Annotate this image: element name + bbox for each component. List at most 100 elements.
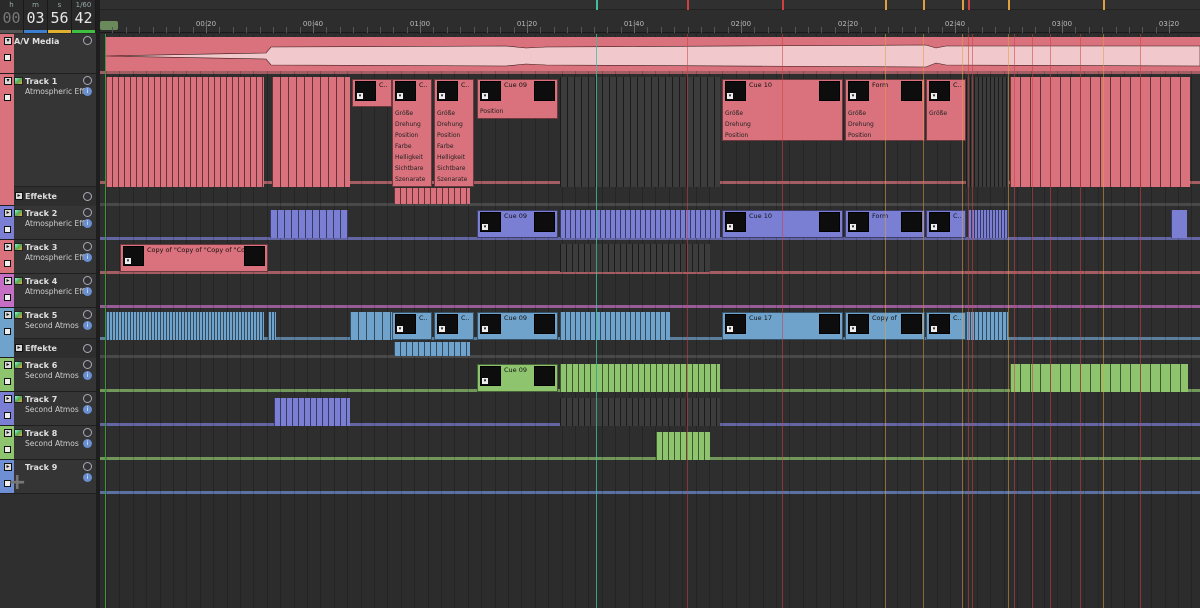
expand-toggle[interactable]: ▸ bbox=[4, 277, 12, 285]
track-header[interactable]: ▸ Track 3Atmospheric Effectsi bbox=[0, 240, 96, 274]
track5-clip-group[interactable] bbox=[106, 312, 264, 340]
cue-marker-line[interactable] bbox=[687, 34, 688, 608]
track5-clip-group[interactable] bbox=[560, 312, 670, 340]
clip-dropdown-icon[interactable]: ▾ bbox=[357, 93, 363, 99]
cue-marker-line[interactable] bbox=[1050, 34, 1051, 608]
track2-clip-group[interactable] bbox=[560, 210, 720, 238]
clip-dropdown-icon[interactable]: ▾ bbox=[397, 93, 403, 99]
ruler-cue-marker[interactable] bbox=[962, 0, 964, 10]
mute-circle-icon[interactable] bbox=[83, 394, 92, 403]
cue-clip[interactable]: ▾ Cue 09 Position bbox=[477, 79, 558, 119]
track-checkbox[interactable] bbox=[4, 226, 11, 233]
track-name[interactable]: Track 3 bbox=[25, 243, 57, 252]
cue-clip[interactable]: ▾ C.. Größe bbox=[926, 79, 966, 141]
cue-marker-line[interactable] bbox=[962, 34, 963, 608]
track-header[interactable]: ▸ Track 7 Second Atmos i bbox=[0, 392, 96, 426]
cue-marker-line[interactable] bbox=[1103, 34, 1104, 608]
info-icon[interactable]: i bbox=[83, 253, 92, 262]
av-media-clip[interactable] bbox=[106, 37, 1200, 71]
track-name[interactable]: Track 5 bbox=[25, 311, 57, 320]
track-name[interactable]: Track 4 bbox=[25, 277, 57, 286]
ruler-cue-marker[interactable] bbox=[923, 0, 925, 10]
collapse-toggle[interactable]: ▾ bbox=[4, 37, 12, 45]
track-name[interactable]: Track 7 bbox=[25, 395, 57, 404]
track2-clip-group[interactable] bbox=[1171, 210, 1187, 238]
track-name[interactable]: Track 2 bbox=[25, 209, 57, 218]
effects-expand-toggle[interactable]: ▸ bbox=[15, 344, 23, 352]
effects-mute-icon[interactable] bbox=[83, 192, 92, 201]
clip-dropdown-icon[interactable]: ▾ bbox=[439, 326, 445, 332]
ruler-cue-marker[interactable] bbox=[968, 0, 970, 10]
track6-clip-group[interactable] bbox=[560, 364, 720, 392]
track-name[interactable]: Track 6 bbox=[25, 361, 57, 370]
info-icon[interactable]: i bbox=[83, 87, 92, 96]
track-checkbox[interactable] bbox=[4, 94, 11, 101]
cue-marker-line[interactable] bbox=[1032, 34, 1033, 608]
track-header[interactable]: ▸ Track 2Atmospheric Effectsi bbox=[0, 206, 96, 240]
cue-marker-line[interactable] bbox=[1140, 34, 1141, 608]
track-checkbox[interactable] bbox=[4, 412, 11, 419]
cue-clip[interactable]: ▾ Cue 09 bbox=[477, 364, 558, 392]
loop-start-marker[interactable] bbox=[100, 21, 118, 30]
clip-dropdown-icon[interactable]: ▾ bbox=[931, 93, 937, 99]
clip-dropdown-icon[interactable]: ▾ bbox=[125, 258, 131, 264]
track1-clip-group[interactable] bbox=[560, 77, 720, 187]
track5-effect-keys[interactable] bbox=[394, 342, 470, 356]
cue-marker-line[interactable] bbox=[923, 34, 924, 608]
track-header[interactable]: ▾ A/V Media bbox=[0, 34, 96, 74]
clip-dropdown-icon[interactable]: ▾ bbox=[397, 326, 403, 332]
effects-row[interactable]: ▸ Effekte bbox=[14, 186, 96, 206]
track-header[interactable]: ▸ Track 6 Second Atmos i bbox=[0, 358, 96, 392]
cue-clip[interactable]: ▾ Cue 09 bbox=[477, 210, 558, 238]
track-lane[interactable] bbox=[100, 184, 1200, 206]
clip-dropdown-icon[interactable]: ▾ bbox=[727, 326, 733, 332]
track6-clip-group[interactable] bbox=[1010, 364, 1188, 392]
track-name[interactable]: Track 9 bbox=[25, 463, 57, 472]
cue-clip[interactable]: ▾ C.. Größe Drehung Position Farbe Helligkeit S… bbox=[392, 79, 432, 187]
track2-clip-group[interactable] bbox=[270, 210, 348, 238]
collapse-toggle[interactable]: ▾ bbox=[4, 77, 12, 85]
clip-dropdown-icon[interactable]: ▾ bbox=[931, 326, 937, 332]
track-checkbox[interactable] bbox=[4, 446, 11, 453]
clip-dropdown-icon[interactable]: ▾ bbox=[482, 93, 488, 99]
track-name[interactable]: Track 8 bbox=[25, 429, 57, 438]
clip-dropdown-icon[interactable]: ▾ bbox=[439, 93, 445, 99]
cue-marker-line[interactable] bbox=[782, 34, 783, 608]
clip-dropdown-icon[interactable]: ▾ bbox=[931, 224, 937, 230]
info-icon[interactable]: i bbox=[83, 405, 92, 414]
track-checkbox[interactable] bbox=[4, 294, 11, 301]
cue-marker-line[interactable] bbox=[1008, 34, 1009, 608]
timeline-area[interactable]: ▾ C.. ▾ C.. Größe Drehung Position Farbe Helligk… bbox=[100, 34, 1200, 608]
track7-clip-group[interactable] bbox=[274, 398, 350, 426]
cue-clip[interactable]: ▾ C.. bbox=[352, 79, 392, 107]
ruler-cue-marker[interactable] bbox=[596, 0, 598, 10]
time-ruler[interactable]: 00:20 00:40 01:00 01:20 01:40 02:00 02:20 02:40… bbox=[100, 0, 1200, 33]
clip-dropdown-icon[interactable]: ▾ bbox=[850, 224, 856, 230]
mute-circle-icon[interactable] bbox=[83, 310, 92, 319]
track-header[interactable]: ▸ Track 8 Second Atmos i bbox=[0, 426, 96, 460]
cue-clip[interactable]: ▾ Copy of "Copy of "Copy of "Co bbox=[120, 244, 268, 272]
cue-clip[interactable]: ▾ C.. bbox=[434, 312, 474, 340]
track-lane[interactable] bbox=[100, 426, 1200, 460]
track-checkbox[interactable] bbox=[4, 328, 11, 335]
cue-marker-line[interactable] bbox=[1014, 34, 1015, 608]
track1-clip-group[interactable] bbox=[106, 77, 264, 187]
cue-clip[interactable]: ▾ Cue 09 bbox=[477, 312, 558, 340]
mute-circle-icon[interactable] bbox=[83, 208, 92, 217]
mute-circle-icon[interactable] bbox=[83, 360, 92, 369]
info-icon[interactable]: i bbox=[83, 371, 92, 380]
track5-clip-group[interactable] bbox=[350, 312, 392, 340]
ruler-marker-strip[interactable] bbox=[100, 0, 1200, 10]
mute-circle-icon[interactable] bbox=[83, 76, 92, 85]
mute-circle-icon[interactable] bbox=[83, 36, 92, 45]
cue-marker-line[interactable] bbox=[885, 34, 886, 608]
ruler-cue-marker[interactable] bbox=[782, 0, 784, 10]
track1-clip-group[interactable] bbox=[272, 77, 350, 187]
clip-dropdown-icon[interactable]: ▾ bbox=[850, 326, 856, 332]
mute-circle-icon[interactable] bbox=[83, 428, 92, 437]
clip-dropdown-icon[interactable]: ▾ bbox=[727, 224, 733, 230]
cue-clip[interactable]: ▾ C.. Größe Drehung Position Farbe Helligkeit S… bbox=[434, 79, 474, 187]
track7-clip-group[interactable] bbox=[560, 398, 720, 426]
info-icon[interactable]: i bbox=[83, 219, 92, 228]
track-lane[interactable] bbox=[100, 340, 1200, 358]
